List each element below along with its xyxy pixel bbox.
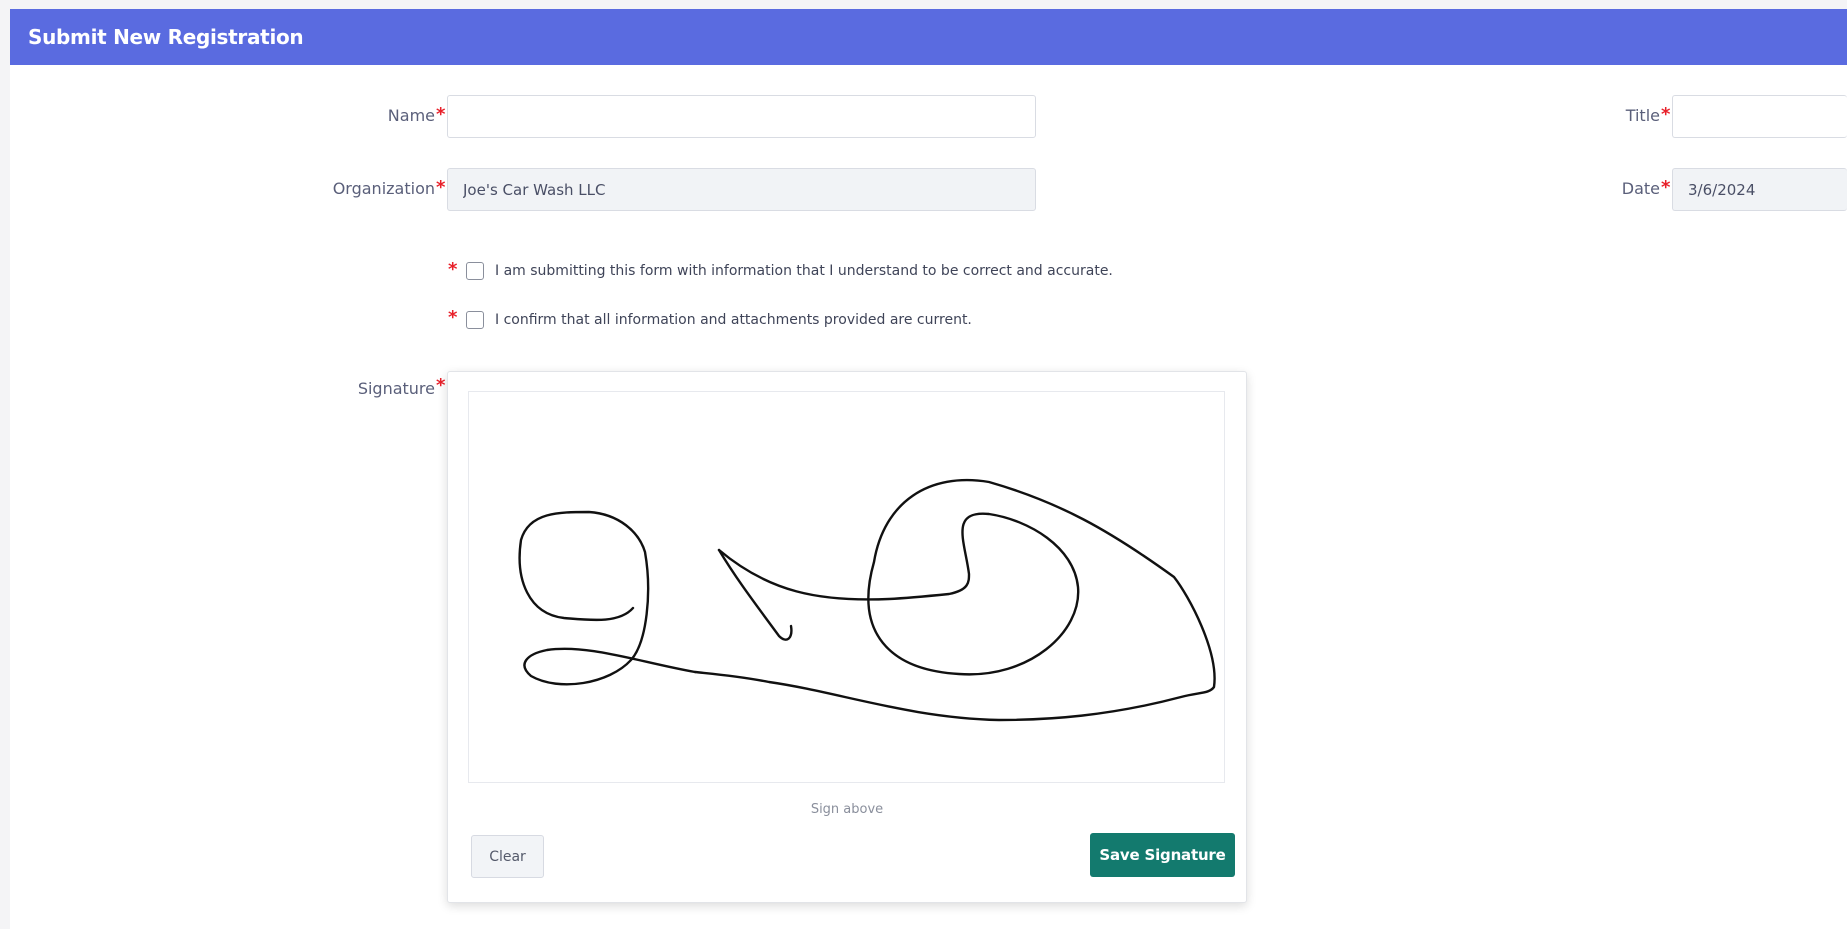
date-label: Date [1621,179,1660,198]
name-required-marker: * [436,104,446,125]
accuracy-checkbox[interactable] [466,262,484,280]
page-title: Submit New Registration [28,25,304,49]
clear-signature-button[interactable]: Clear [471,835,544,878]
date-field[interactable] [1672,168,1847,211]
organization-required-marker: * [436,177,446,198]
signature-drawing [518,478,1216,722]
registration-card: Submit New Registration Name * Title * O… [10,9,1847,929]
title-required-marker: * [1661,104,1671,125]
name-label: Name [387,106,435,125]
title-label: Title [1625,106,1660,125]
organization-field[interactable] [447,168,1036,211]
title-input[interactable] [1672,95,1847,138]
current-info-checkbox-label: I confirm that all information and attac… [495,312,972,328]
current-info-required-marker: * [448,307,458,328]
organization-label: Organization [332,179,435,198]
name-input[interactable] [447,95,1036,138]
date-required-marker: * [1661,177,1671,198]
page: Submit New Registration Name * Title * O… [0,0,1847,929]
signature-canvas[interactable] [468,391,1225,783]
current-info-checkbox[interactable] [466,311,484,329]
signature-hint: Sign above [810,802,884,817]
signature-label: Signature [357,379,435,398]
accuracy-checkbox-label: I am submitting this form with informati… [495,263,1113,279]
save-signature-button[interactable]: Save Signature [1090,833,1235,877]
accuracy-required-marker: * [448,259,458,280]
signature-panel: Sign above Clear Save Signature [447,371,1247,903]
form-header: Submit New Registration [10,9,1847,65]
signature-required-marker: * [436,375,446,396]
